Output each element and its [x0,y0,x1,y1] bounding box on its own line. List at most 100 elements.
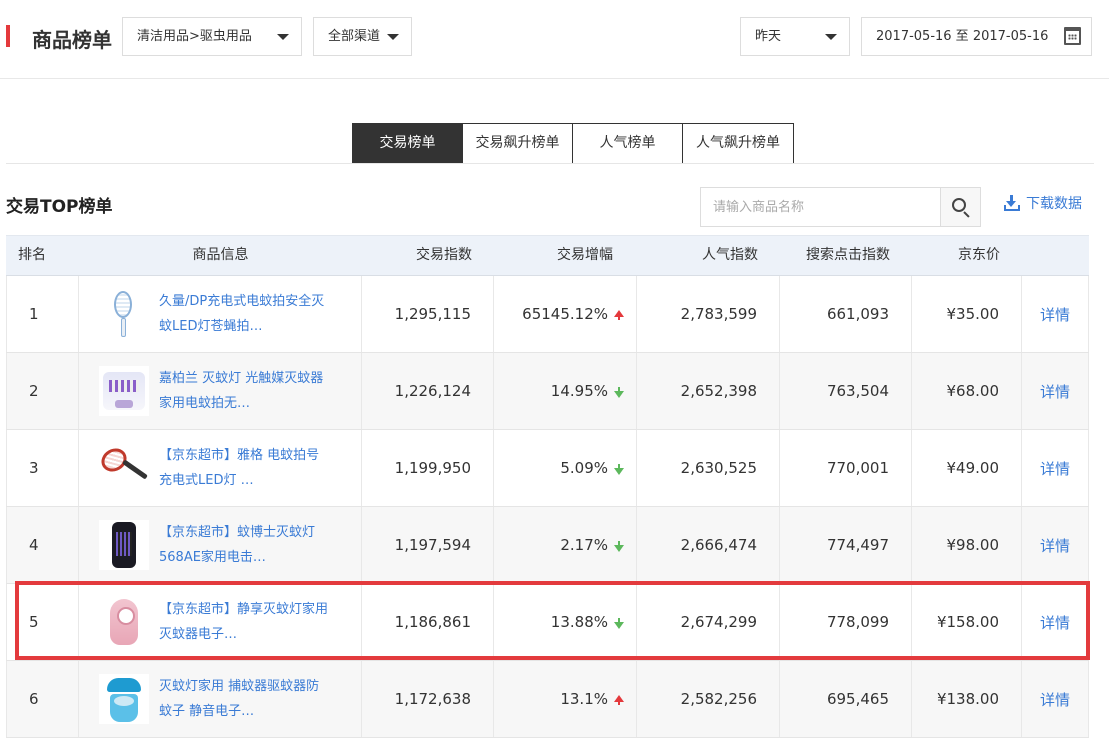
period-select[interactable]: 昨天 [740,17,850,56]
search-click-cell: 778,099 [780,584,912,660]
mosquito-racket-icon[interactable] [99,289,149,339]
trade-index-cell: 1,172,638 [362,661,494,737]
price-cell: ¥138.00 [912,661,1022,737]
table-row: 4 【京东超市】蚊博士灭蚊灯568AE家用电击… 1,197,594 2.17%… [6,507,1089,584]
tab-popularity-surge-ranking[interactable]: 人气飙升榜单 [683,124,793,163]
channel-select-value: 全部渠道 [328,29,381,44]
popularity-cell: 2,674,299 [637,584,780,660]
popularity-cell: 2,666,474 [637,507,780,583]
popularity-cell: 2,582,256 [637,661,780,737]
growth-value: 5.09% [560,459,608,477]
trade-index-cell: 1,199,950 [362,430,494,506]
search-click-cell: 770,001 [780,430,912,506]
product-name-link[interactable]: 【京东超市】静享灭蚊灯家用 灭蚊器电子… [159,597,329,647]
download-icon [1004,195,1020,211]
detail-link[interactable]: 详情 [1022,584,1089,660]
trade-growth-cell: 5.09% [494,430,637,506]
trade-index-cell: 1,197,594 [362,507,494,583]
column-header-rank: 排名 [18,247,46,263]
category-select[interactable]: 清洁用品>驱虫用品 [122,17,302,56]
column-header-price: 京东价 [958,247,1000,263]
table-row: 6 灭蚊灯家用 捕蚊器驱蚊器防蚊子 静音电子… 1,172,638 13.1% … [6,661,1089,738]
price-cell: ¥49.00 [912,430,1022,506]
price-cell: ¥98.00 [912,507,1022,583]
product-cell: 【京东超市】蚊博士灭蚊灯568AE家用电击… [79,507,362,583]
rank-cell: 1 [6,276,79,352]
column-header-popularity: 人气指数 [702,247,758,263]
trade-growth-cell: 13.88% [494,584,637,660]
trade-index-cell: 1,295,115 [362,276,494,352]
product-name-link[interactable]: 灭蚊灯家用 捕蚊器驱蚊器防蚊子 静音电子… [159,674,329,724]
section-title: 交易TOP榜单 [6,197,113,217]
table-row: 1 久量/DP充电式电蚊拍安全灭蚊LED灯苍蝇拍… 1,295,115 6514… [6,276,1089,353]
trade-growth-cell: 65145.12% [494,276,637,352]
growth-value: 65145.12% [522,305,608,323]
search-input[interactable] [701,188,942,226]
product-cell: 【京东超市】雅格 电蚊拍号充电式LED灯 … [79,430,362,506]
price-cell: ¥35.00 [912,276,1022,352]
rank-cell: 6 [6,661,79,737]
bug-zapper-icon[interactable] [99,520,149,570]
search-icon-handle [963,211,970,218]
growth-value: 14.95% [550,382,608,400]
red-racket-icon[interactable] [97,443,149,493]
arrow-down-icon [614,617,624,629]
price-cell: ¥68.00 [912,353,1022,429]
product-name-link[interactable]: 【京东超市】雅格 电蚊拍号充电式LED灯 … [159,443,329,493]
download-data-link[interactable]: 下载数据 [1004,193,1082,213]
detail-link[interactable]: 详情 [1022,430,1089,506]
pink-lamp-icon[interactable] [99,597,149,647]
trade-growth-cell: 2.17% [494,507,637,583]
period-select-value: 昨天 [755,29,782,44]
search-click-cell: 661,093 [780,276,912,352]
search-click-cell: 763,504 [780,353,912,429]
detail-link[interactable]: 详情 [1022,276,1089,352]
product-cell: 久量/DP充电式电蚊拍安全灭蚊LED灯苍蝇拍… [79,276,362,352]
ranking-tabs: 交易榜单 交易飙升榜单 人气榜单 人气飙升榜单 [352,123,794,164]
product-name-link[interactable]: 【京东超市】蚊博士灭蚊灯568AE家用电击… [159,520,329,570]
product-name-link[interactable]: 久量/DP充电式电蚊拍安全灭蚊LED灯苍蝇拍… [159,289,329,339]
detail-link[interactable]: 详情 [1022,507,1089,583]
product-search [700,187,981,227]
mosquito-lamp-icon[interactable] [99,366,149,416]
product-name-link[interactable]: 嘉柏兰 灭蚊灯 光触媒灭蚊器家用电蚊拍无… [159,366,329,416]
arrow-down-icon [614,386,624,398]
table-row: 3 【京东超市】雅格 电蚊拍号充电式LED灯 … 1,199,950 5.09%… [6,430,1089,507]
arrow-down-icon [614,540,624,552]
rank-cell: 4 [6,507,79,583]
growth-value: 13.88% [550,613,608,631]
download-label: 下载数据 [1026,196,1082,212]
table-row: 5 【京东超市】静享灭蚊灯家用 灭蚊器电子… 1,186,861 13.88% … [6,584,1089,661]
ranking-table: 排名 商品信息 交易指数 交易增幅 人气指数 搜索点击指数 京东价 1 久量/D… [6,235,1089,738]
trade-index-cell: 1,226,124 [362,353,494,429]
chevron-down-icon [387,34,399,40]
tab-trade-ranking[interactable]: 交易榜单 [353,124,463,163]
popularity-cell: 2,652,398 [637,353,780,429]
top-bar: 商品榜单 清洁用品>驱虫用品 全部渠道 昨天 2017-05-16 至 2017… [0,0,1109,79]
product-cell: 【京东超市】静享灭蚊灯家用 灭蚊器电子… [79,584,362,660]
channel-select[interactable]: 全部渠道 [313,17,412,56]
arrow-up-icon [614,694,624,705]
table-header: 排名 商品信息 交易指数 交易增幅 人气指数 搜索点击指数 京东价 [6,235,1089,276]
category-select-value: 清洁用品>驱虫用品 [137,29,252,44]
product-cell: 灭蚊灯家用 捕蚊器驱蚊器防蚊子 静音电子… [79,661,362,737]
detail-link[interactable]: 详情 [1022,661,1089,737]
trade-index-cell: 1,186,861 [362,584,494,660]
tab-trade-surge-ranking[interactable]: 交易飙升榜单 [463,124,573,163]
search-button[interactable] [940,188,980,226]
date-range-picker[interactable]: 2017-05-16 至 2017-05-16 [861,17,1092,56]
product-cell: 嘉柏兰 灭蚊灯 光触媒灭蚊器家用电蚊拍无… [79,353,362,429]
rank-cell: 3 [6,430,79,506]
search-icon [952,198,966,212]
trade-growth-cell: 14.95% [494,353,637,429]
arrow-down-icon [614,463,624,475]
title-accent-bar [6,25,10,47]
trade-growth-cell: 13.1% [494,661,637,737]
chevron-down-icon [277,34,289,40]
blue-lamp-icon[interactable] [99,674,149,724]
tabs-divider [6,163,1094,164]
arrow-up-icon [614,309,624,320]
table-body: 1 久量/DP充电式电蚊拍安全灭蚊LED灯苍蝇拍… 1,295,115 6514… [6,276,1089,738]
detail-link[interactable]: 详情 [1022,353,1089,429]
tab-popularity-ranking[interactable]: 人气榜单 [573,124,683,163]
